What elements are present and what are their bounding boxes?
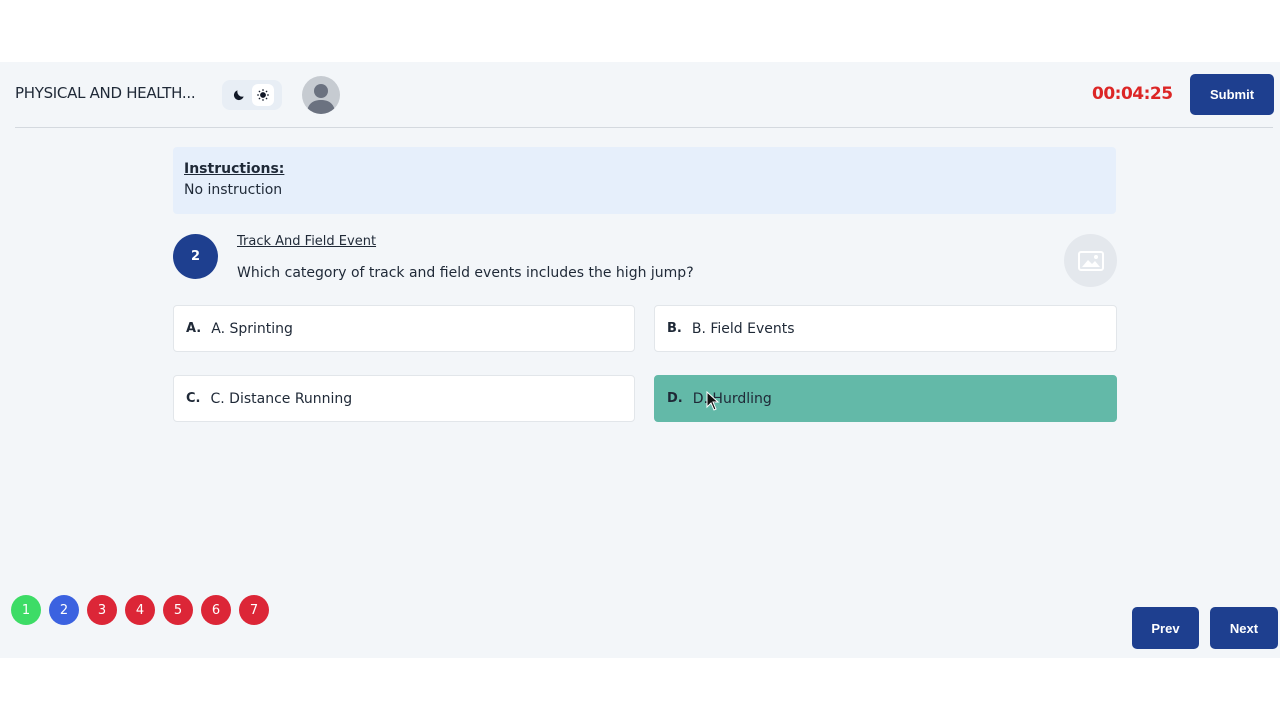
next-button[interactable]: Next <box>1210 607 1278 649</box>
prev-button[interactable]: Prev <box>1132 607 1199 649</box>
question-nav-7[interactable]: 7 <box>239 595 269 625</box>
option-label: B. Field Events <box>691 320 795 337</box>
instructions-heading: Instructions: <box>184 161 285 177</box>
question-navigator: 1234567 <box>11 595 269 625</box>
top-bar: PHYSICAL AND HEALTH... 00:04:25 Submit <box>0 62 1280 128</box>
countdown-timer: 00:04:25 <box>1092 84 1173 104</box>
question-text: Which category of track and field events… <box>237 265 694 281</box>
option-d[interactable]: D. D. Hurdling <box>654 375 1117 422</box>
image-icon[interactable] <box>1064 234 1117 287</box>
option-letter: B. <box>667 321 682 336</box>
submit-button[interactable]: Submit <box>1190 74 1274 115</box>
question-nav-4[interactable]: 4 <box>125 595 155 625</box>
theme-toggle[interactable] <box>222 80 282 110</box>
option-b[interactable]: B. B. Field Events <box>654 305 1117 352</box>
moon-icon[interactable] <box>230 86 248 104</box>
option-letter: C. <box>186 391 201 406</box>
avatar[interactable] <box>302 76 340 114</box>
question-nav-2[interactable]: 2 <box>49 595 79 625</box>
instructions-text: No instruction <box>184 182 283 198</box>
question-nav-1[interactable]: 1 <box>11 595 41 625</box>
question-number-badge: 2 <box>173 234 218 279</box>
option-a[interactable]: A. A. Sprinting <box>173 305 635 352</box>
option-label: D. Hurdling <box>692 390 772 407</box>
question-nav-3[interactable]: 3 <box>87 595 117 625</box>
question-nav-5[interactable]: 5 <box>163 595 193 625</box>
option-label: C. Distance Running <box>210 390 353 407</box>
question-nav-6[interactable]: 6 <box>201 595 231 625</box>
question-topic: Track And Field Event <box>237 234 377 249</box>
option-letter: D. <box>667 391 683 406</box>
option-c[interactable]: C. C. Distance Running <box>173 375 635 422</box>
header-divider <box>15 127 1273 128</box>
user-icon <box>307 84 335 114</box>
instructions-panel: Instructions: No instruction <box>173 147 1116 214</box>
sun-icon[interactable] <box>252 84 274 106</box>
option-label: A. Sprinting <box>211 320 293 337</box>
course-title: PHYSICAL AND HEALTH... <box>15 84 196 102</box>
exam-app: PHYSICAL AND HEALTH... 00:04:25 Submit I… <box>0 62 1280 658</box>
mouse-cursor-icon <box>706 391 720 411</box>
option-letter: A. <box>186 321 202 336</box>
